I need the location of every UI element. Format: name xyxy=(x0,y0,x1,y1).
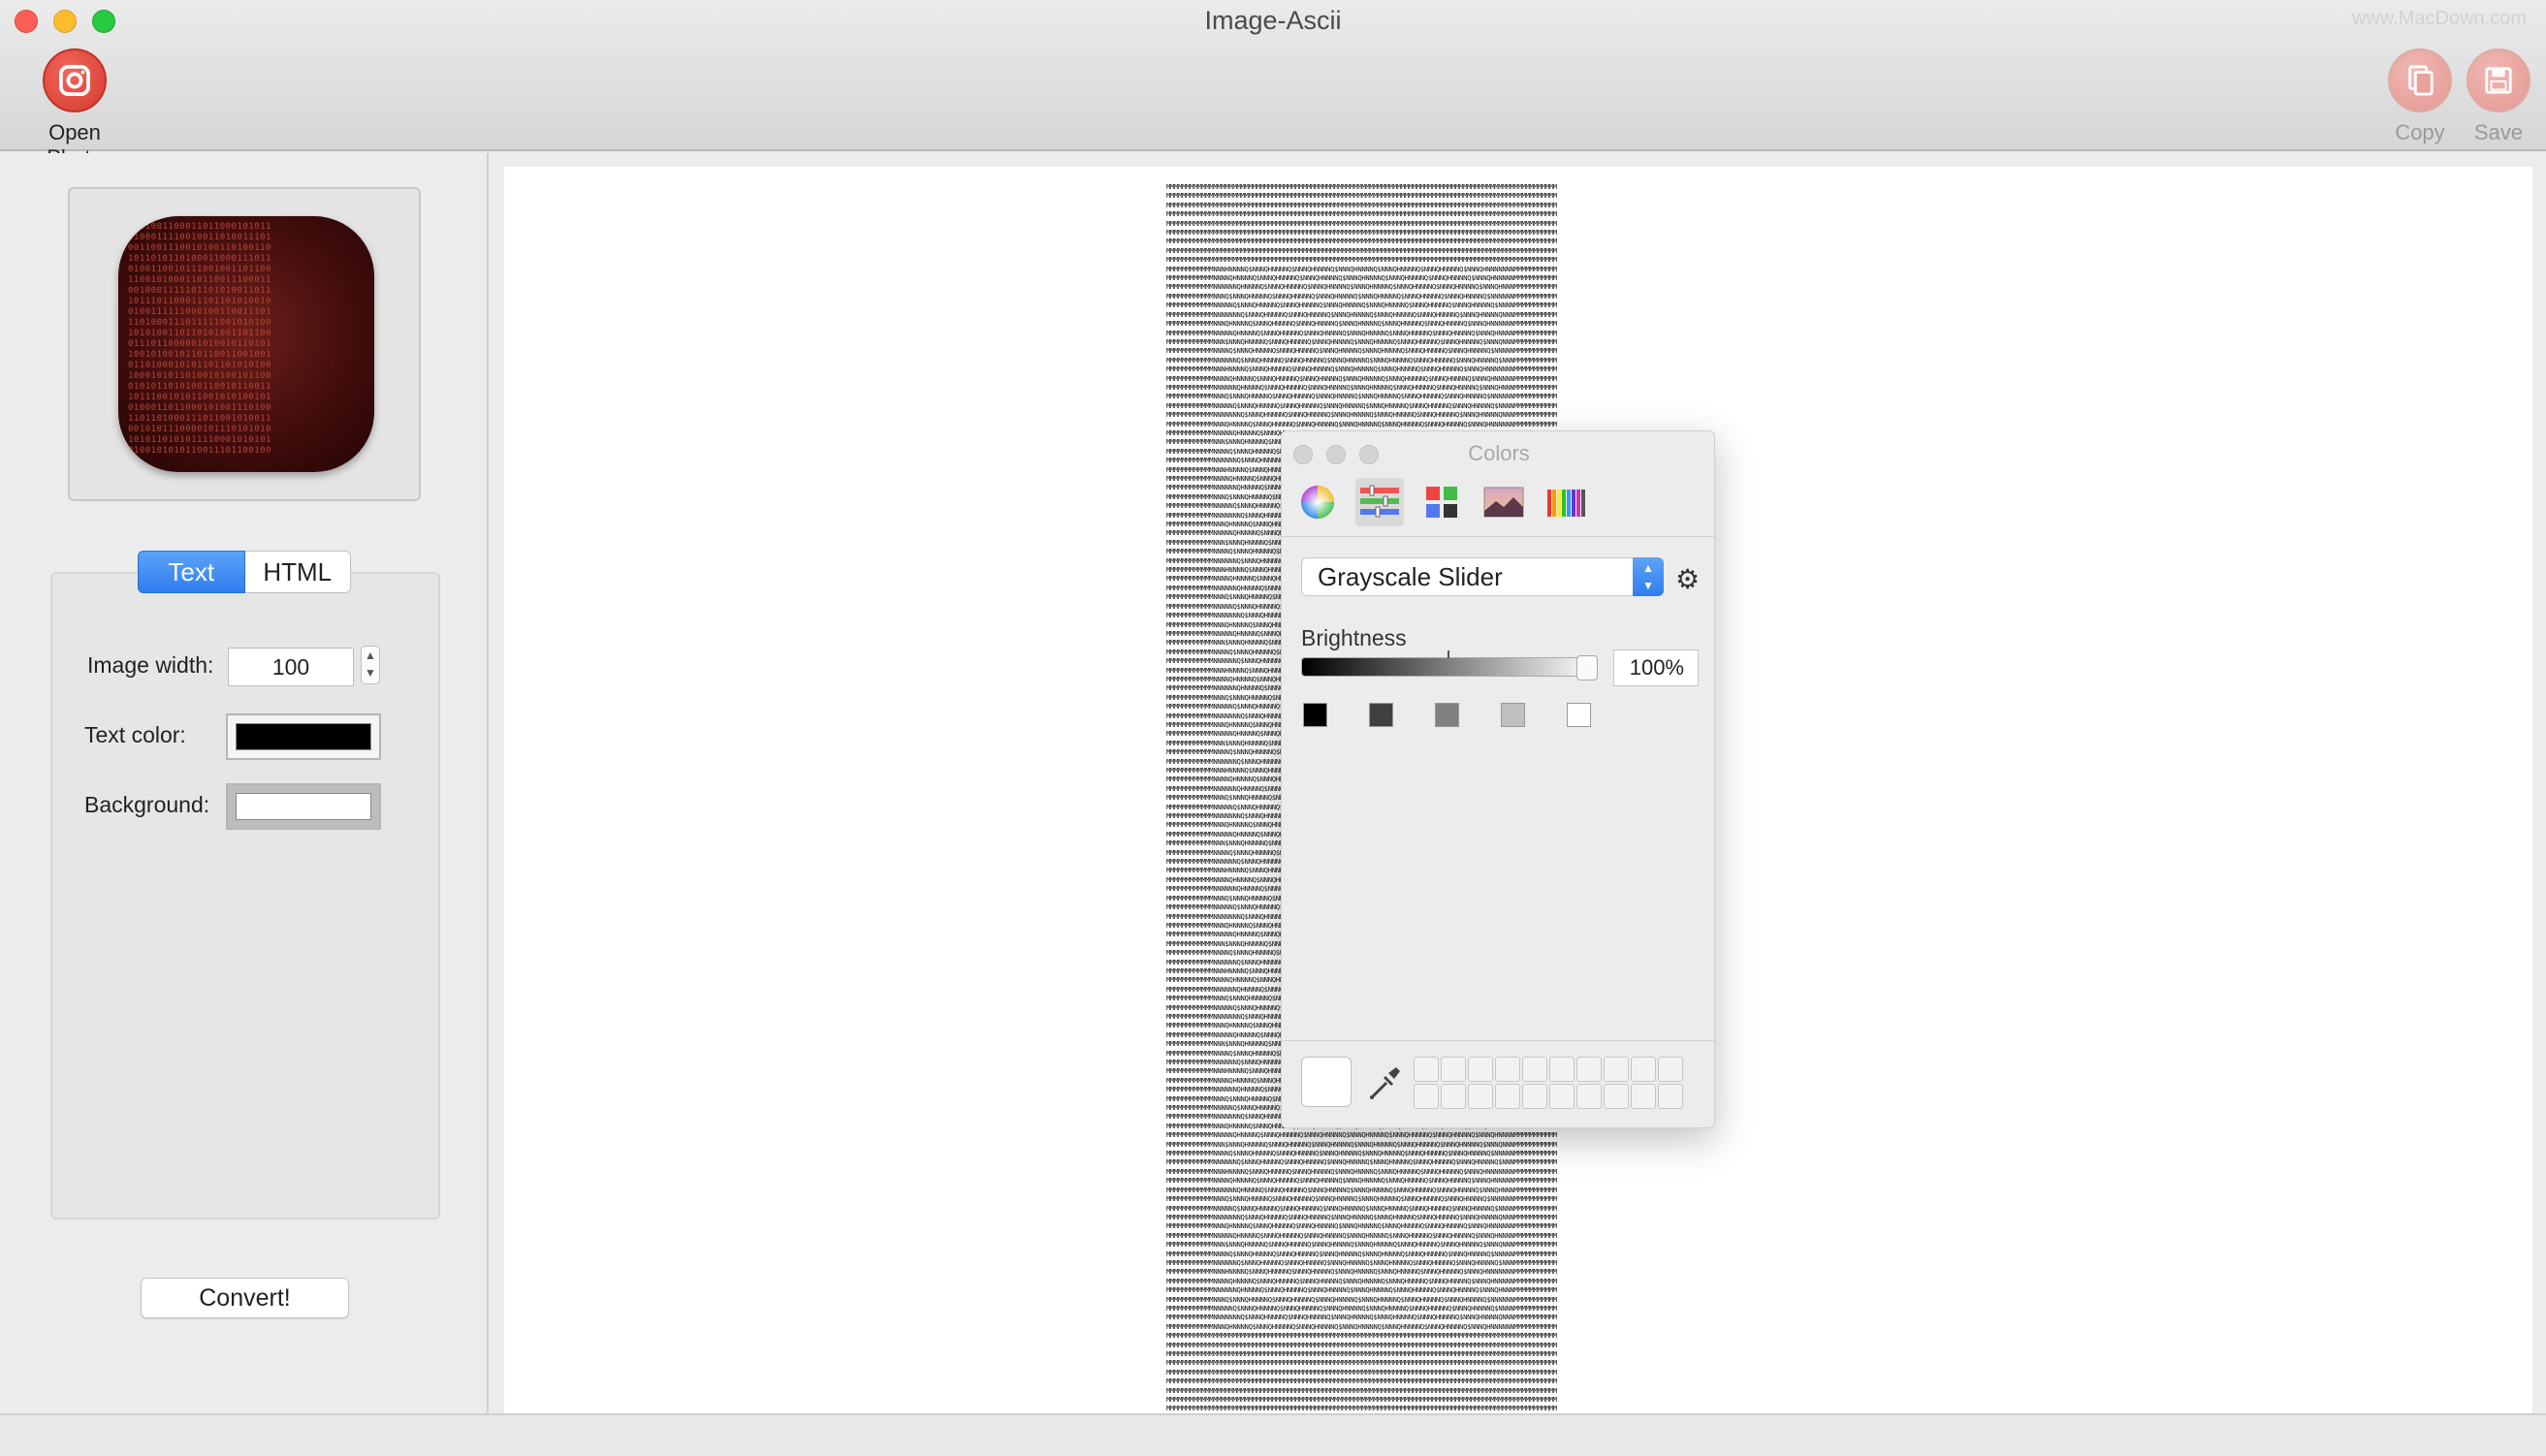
preview-binary-text: 0101001100011011000101011 11000111100100… xyxy=(128,222,271,456)
saved-color-slot[interactable] xyxy=(1576,1057,1602,1082)
gear-icon[interactable]: ⚙ xyxy=(1675,563,1700,595)
colors-panel-title: Colors xyxy=(1468,441,1530,465)
saved-color-slot[interactable] xyxy=(1495,1084,1520,1109)
format-segmented-control: Text HTML xyxy=(138,551,351,593)
saved-color-slot[interactable] xyxy=(1522,1057,1547,1082)
colors-panel: Colors Grayscale Slider ▲ ▼ ⚙ Brightness… xyxy=(1281,430,1715,1128)
window-title: Image-Ascii xyxy=(1204,6,1342,35)
text-color-swatch xyxy=(236,723,371,750)
saved-color-slot[interactable] xyxy=(1604,1057,1629,1082)
window-toolbar: Image-Ascii www.MacDown.com Open Photo C… xyxy=(0,0,2546,170)
saved-color-slot[interactable] xyxy=(1549,1057,1575,1082)
convert-button[interactable]: Convert! xyxy=(141,1278,349,1318)
brightness-slider[interactable] xyxy=(1301,650,1598,681)
saved-color-slot[interactable] xyxy=(1468,1084,1493,1109)
grayscale-swatch[interactable] xyxy=(1501,703,1525,727)
color-palettes-tab[interactable] xyxy=(1417,478,1466,526)
photo-preview-image: 0101001100011011000101011 11000111100100… xyxy=(118,216,374,472)
saved-color-slot[interactable] xyxy=(1441,1084,1466,1109)
chevron-up-down-icon: ▲ ▼ xyxy=(1633,557,1664,596)
grayscale-swatch[interactable] xyxy=(1369,703,1393,727)
copy-icon xyxy=(2388,48,2452,112)
pencils-icon xyxy=(1547,490,1585,517)
image-palette-icon xyxy=(1483,487,1524,518)
saved-color-slot[interactable] xyxy=(1495,1057,1520,1082)
camera-icon xyxy=(43,48,107,112)
pencils-tab[interactable] xyxy=(1542,478,1590,526)
save-button[interactable]: Save xyxy=(2445,48,2546,145)
saved-color-slot[interactable] xyxy=(1658,1084,1683,1109)
color-palette-grid-icon xyxy=(1426,487,1457,518)
brightness-slider-tick xyxy=(1448,650,1449,658)
brightness-value-field[interactable]: 100% xyxy=(1613,649,1699,686)
brightness-label: Brightness xyxy=(1301,625,1407,650)
saved-color-slot[interactable] xyxy=(1631,1084,1656,1109)
eyedropper-icon[interactable] xyxy=(1367,1063,1402,1102)
saved-color-slot[interactable] xyxy=(1414,1057,1439,1082)
grayscale-swatch[interactable] xyxy=(1435,703,1459,727)
colors-tab-divider xyxy=(1282,536,1714,537)
color-sliders-tab[interactable] xyxy=(1355,478,1404,526)
background-color-well[interactable] xyxy=(226,783,381,830)
text-color-label: Text color: xyxy=(84,722,186,747)
current-color-well[interactable] xyxy=(1301,1057,1352,1107)
image-width-stepper[interactable]: ▲ ▼ xyxy=(361,646,380,684)
grayscale-swatch[interactable] xyxy=(1303,703,1327,727)
colors-mode-tabs xyxy=(1293,478,1590,526)
saved-color-slot[interactable] xyxy=(1522,1084,1547,1109)
saved-colors-grid xyxy=(1414,1057,1683,1109)
color-wheel-icon xyxy=(1301,486,1334,519)
saved-color-slot[interactable] xyxy=(1658,1057,1683,1082)
save-label: Save xyxy=(2473,120,2524,144)
grayscale-swatches xyxy=(1303,703,1591,727)
saved-color-slot[interactable] xyxy=(1549,1084,1575,1109)
grayscale-swatch[interactable] xyxy=(1567,703,1591,727)
sidebar: 0101001100011011000101011 11000111100100… xyxy=(0,153,489,1413)
colors-bottom-divider xyxy=(1282,1040,1714,1041)
floppy-disk-icon xyxy=(2466,48,2530,112)
brightness-slider-knob[interactable] xyxy=(1576,655,1598,681)
saved-color-slot[interactable] xyxy=(1414,1084,1439,1109)
photo-preview[interactable]: 0101001100011011000101011 11000111100100… xyxy=(68,187,421,501)
saved-color-slot[interactable] xyxy=(1441,1057,1466,1082)
saved-color-slot[interactable] xyxy=(1468,1057,1493,1082)
color-wheel-tab[interactable] xyxy=(1293,478,1342,526)
image-width-label: Image width: xyxy=(87,652,214,678)
background-color-swatch xyxy=(236,793,371,820)
image-width-field[interactable]: 100 xyxy=(228,648,354,686)
saved-color-slot[interactable] xyxy=(1576,1084,1602,1109)
color-mode-select[interactable]: Grayscale Slider ▲ ▼ xyxy=(1301,557,1664,596)
saved-color-slot[interactable] xyxy=(1631,1057,1656,1082)
color-mode-value: Grayscale Slider xyxy=(1318,562,1503,591)
tab-html[interactable]: HTML xyxy=(244,551,351,593)
background-label: Background: xyxy=(84,792,210,817)
tab-text[interactable]: Text xyxy=(138,551,245,593)
image-palettes-tab[interactable] xyxy=(1480,478,1528,526)
saved-color-slot[interactable] xyxy=(1604,1084,1629,1109)
status-bar xyxy=(0,1413,2546,1456)
text-color-well[interactable] xyxy=(226,713,381,760)
watermark-text: www.MacDown.com xyxy=(2351,8,2527,29)
color-sliders-icon xyxy=(1360,485,1399,518)
